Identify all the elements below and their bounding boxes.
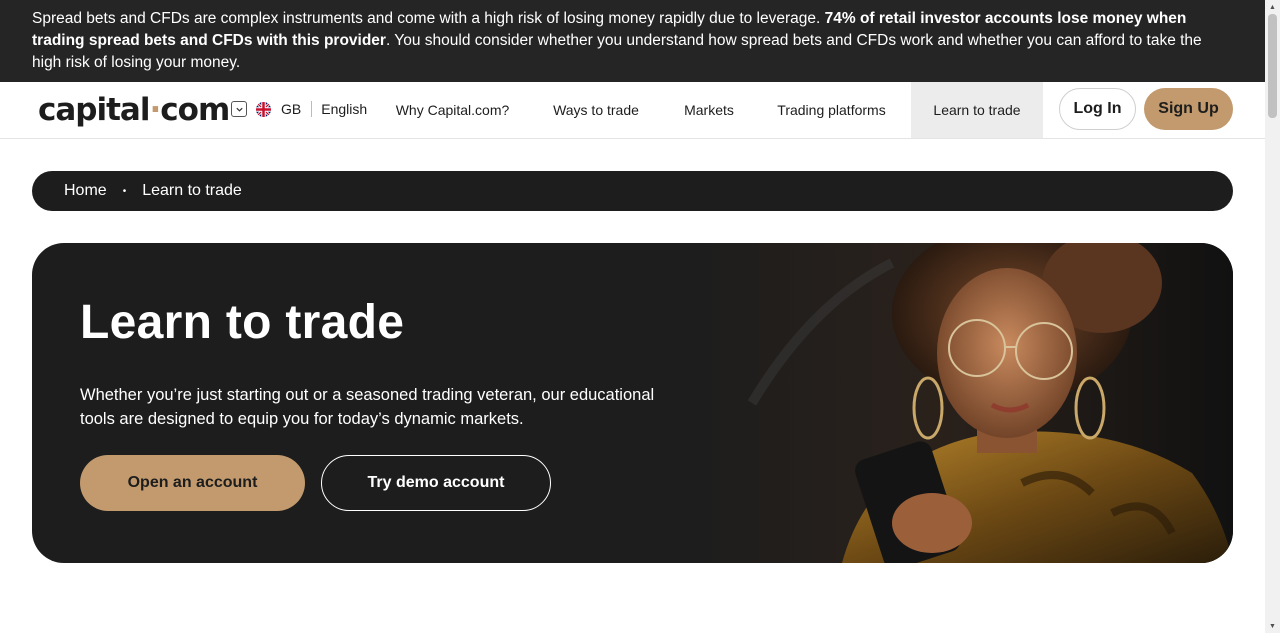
breadcrumb-current: Learn to trade — [142, 182, 242, 199]
nav-why-capital[interactable]: Why Capital.com? — [382, 82, 523, 138]
open-account-button[interactable]: Open an account — [80, 455, 305, 511]
nav-learn-to-trade[interactable]: Learn to trade — [911, 82, 1043, 138]
hero-photo-woman-with-phone — [692, 243, 1233, 563]
region-code: GB — [281, 101, 302, 117]
logo-text-left: capital — [38, 92, 150, 128]
nav-trading-platforms[interactable]: Trading platforms — [763, 82, 900, 138]
breadcrumb: Home • Learn to trade — [32, 171, 1233, 211]
page-title: Learn to trade — [80, 296, 405, 349]
capital-com-logo[interactable]: capital·com — [38, 92, 230, 128]
logo-dot: · — [149, 92, 161, 128]
try-demo-button[interactable]: Try demo account — [321, 455, 551, 511]
breadcrumb-separator: • — [122, 185, 127, 197]
hero-section: Learn to trade Whether you’re just start… — [32, 243, 1233, 563]
hero-description: Whether you’re just starting out or a se… — [80, 386, 655, 428]
scrollbar-thumb[interactable] — [1268, 14, 1277, 118]
region-divider — [311, 101, 313, 117]
breadcrumb-home[interactable]: Home — [64, 182, 107, 200]
risk-warning-banner: Spread bets and CFDs are complex instrum… — [0, 0, 1265, 82]
risk-text-start: Spread bets and CFDs are complex instrum… — [32, 10, 825, 27]
scroll-up-arrow-icon[interactable]: ▲ — [1265, 0, 1280, 14]
logo-text-right: com — [160, 92, 230, 128]
scroll-down-arrow-icon[interactable]: ▼ — [1265, 619, 1280, 633]
chevron-down-icon[interactable] — [231, 101, 247, 117]
language-label: English — [321, 101, 368, 117]
site-header: capital·com GB English Why Capital.com? … — [0, 82, 1265, 139]
uk-flag-icon — [256, 101, 271, 117]
signup-button[interactable]: Sign Up — [1144, 88, 1233, 130]
page-scrollbar[interactable]: ▲ ▼ — [1265, 0, 1280, 633]
page: Spread bets and CFDs are complex instrum… — [0, 0, 1265, 633]
nav-markets[interactable]: Markets — [670, 82, 748, 138]
login-button[interactable]: Log In — [1059, 88, 1136, 130]
nav-ways-to-trade[interactable]: Ways to trade — [538, 82, 654, 138]
region-language-selector[interactable]: GB English — [231, 101, 367, 117]
